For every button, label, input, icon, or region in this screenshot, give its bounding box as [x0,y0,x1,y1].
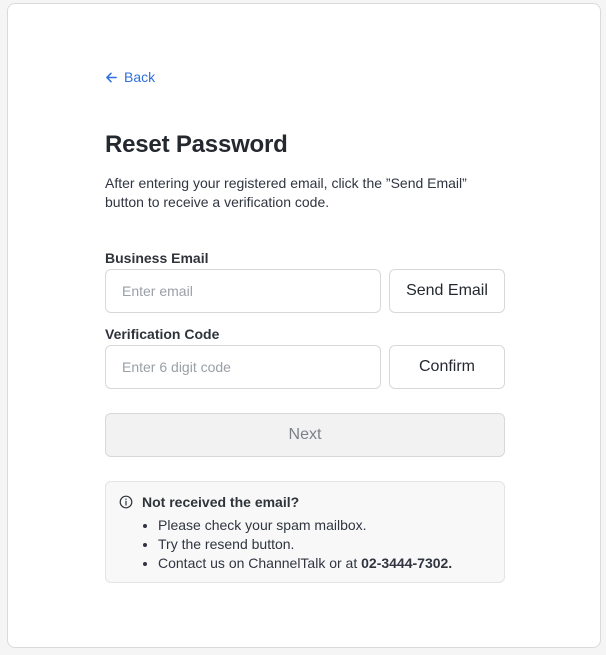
info-circle-icon [119,495,133,509]
arrow-left-icon [106,72,117,82]
send-email-button[interactable]: Send Email [389,269,505,313]
email-input[interactable] [105,269,381,313]
notice-title: Not received the email? [142,494,300,510]
list-item: Please check your spam mailbox. [158,516,452,535]
back-label: Back [124,69,156,85]
contact-text: Contact us on ChannelTalk or at [158,555,362,571]
email-help-notice: Not received the email? Please check you… [105,481,505,583]
notice-list: Please check your spam mailbox. Try the … [158,516,452,573]
page-title: Reset Password [105,131,288,158]
back-link[interactable]: Back [105,69,155,85]
reset-password-card: Back Reset Password After entering your … [7,3,601,648]
confirm-button[interactable]: Confirm [389,345,505,389]
list-item-contact: Contact us on ChannelTalk or at 02-3444-… [158,554,452,573]
verification-code-label: Verification Code [105,326,220,342]
page-description: After entering your registered email, cl… [105,175,467,210]
verification-code-input[interactable] [105,345,381,389]
notice-header: Not received the email? [119,494,299,510]
next-button[interactable]: Next [105,413,505,457]
email-label: Business Email [105,250,209,266]
contact-phone: 02-3444-7302. [361,555,453,571]
list-item: Try the resend button. [158,535,452,554]
